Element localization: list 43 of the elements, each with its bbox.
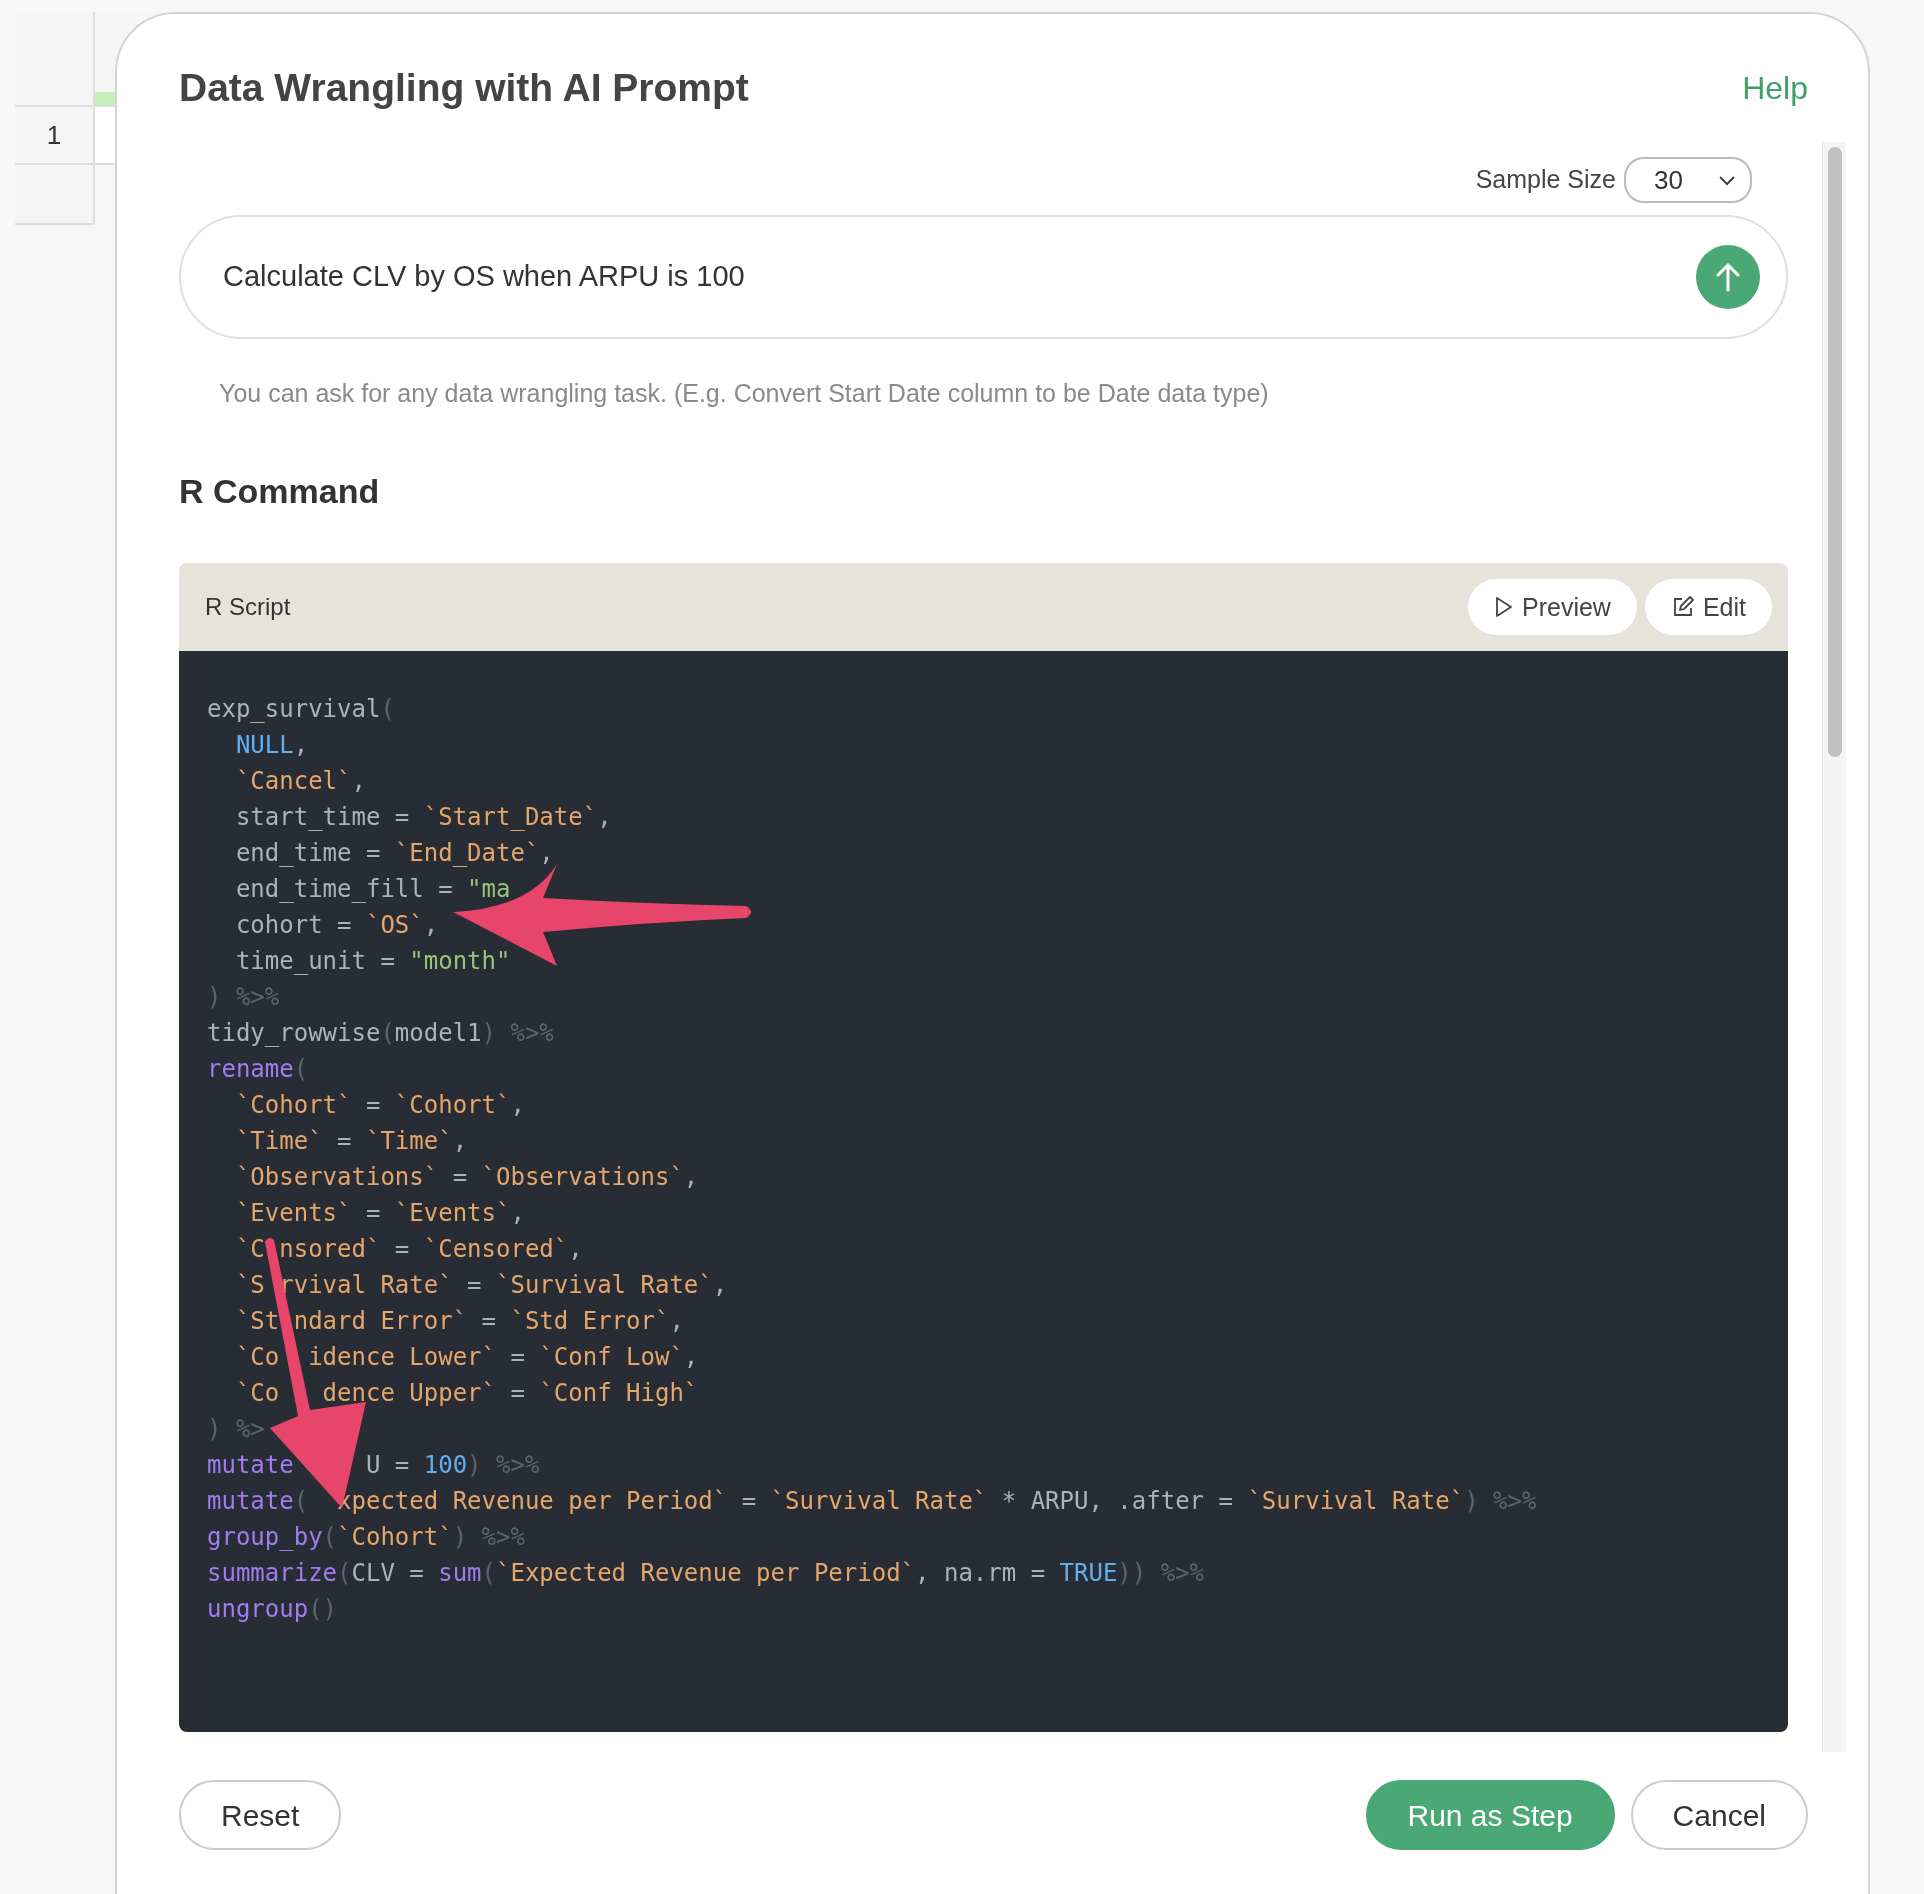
- code-line: mutate U = 100) %>%: [207, 1450, 541, 1482]
- code-line: start_time = `Start_Date`,: [234, 802, 613, 834]
- arrow-up-icon: [1715, 262, 1741, 292]
- preview-button[interactable]: Preview: [1468, 579, 1637, 636]
- code-line: time_unit = "month": [234, 946, 512, 978]
- chevron-down-icon: [1718, 174, 1736, 186]
- prompt-field[interactable]: Calculate CLV by OS when ARPU is 100: [221, 254, 1696, 300]
- sample-size-label: Sample Size: [1475, 164, 1616, 196]
- code-line: summarize(CLV = sum(`Expected Revenue per Period`, na.rm = TRUE)) %>%: [207, 1558, 1206, 1590]
- code-line: end_time = `End_Date`,: [234, 838, 555, 870]
- dialog-title: Data Wrangling with AI Prompt: [179, 64, 749, 111]
- code-line: ungroup(): [207, 1594, 339, 1626]
- code-line: `Events` = `Events`,: [234, 1198, 526, 1230]
- hint-text: You can ask for any data wrangling task. (E.g. Convert Start Date column to be Date data type): [219, 378, 1270, 409]
- code-line: `Cohort` = `Cohort`,: [234, 1090, 526, 1122]
- code-line: exp_survival(: [207, 694, 396, 726]
- code-line: `S rvival Rate` = `Survival Rate`,: [234, 1270, 729, 1302]
- code-line: group_by(`Cohort`) %>%: [207, 1522, 526, 1554]
- code-line: `Cancel`,: [234, 766, 367, 798]
- edit-button[interactable]: Edit: [1644, 579, 1772, 636]
- code-line: `Time` = `Time`,: [234, 1126, 469, 1158]
- selection-marker: [95, 92, 117, 105]
- code-line: `Co idence Lower` = `Conf Low`,: [234, 1342, 700, 1374]
- code-line: tidy_rowwise(model1) %>%: [207, 1018, 555, 1050]
- code-line: `Observations` = `Observations`,: [234, 1162, 700, 1194]
- code-line: ) %>%: [207, 982, 281, 1014]
- row-number: 1: [15, 107, 95, 165]
- code-line: rename(: [207, 1054, 310, 1086]
- code-line: cohort = `OS`,: [234, 910, 440, 942]
- code-line: `C nsored` = `Censored`,: [234, 1234, 584, 1266]
- code-line: `Co dence Upper` = `Conf High`: [234, 1378, 700, 1410]
- code-line: NULL,: [234, 730, 310, 762]
- reset-button[interactable]: Reset: [179, 1780, 342, 1851]
- prompt-box[interactable]: Calculate CLV by OS when ARPU is 100: [179, 215, 1788, 339]
- code-line: ) %>: [207, 1414, 266, 1446]
- code-line: `St ndard Error` = `Std Error`,: [234, 1306, 685, 1338]
- code-line: end_time_fill = "ma: [234, 874, 512, 906]
- scrollbar-thumb[interactable]: [1828, 147, 1842, 757]
- script-title: R Script: [205, 592, 291, 623]
- cancel-button[interactable]: Cancel: [1630, 1780, 1808, 1851]
- sample-size-select[interactable]: 30: [1624, 157, 1752, 203]
- play-icon: [1494, 596, 1514, 619]
- section-title: R Command: [179, 470, 381, 512]
